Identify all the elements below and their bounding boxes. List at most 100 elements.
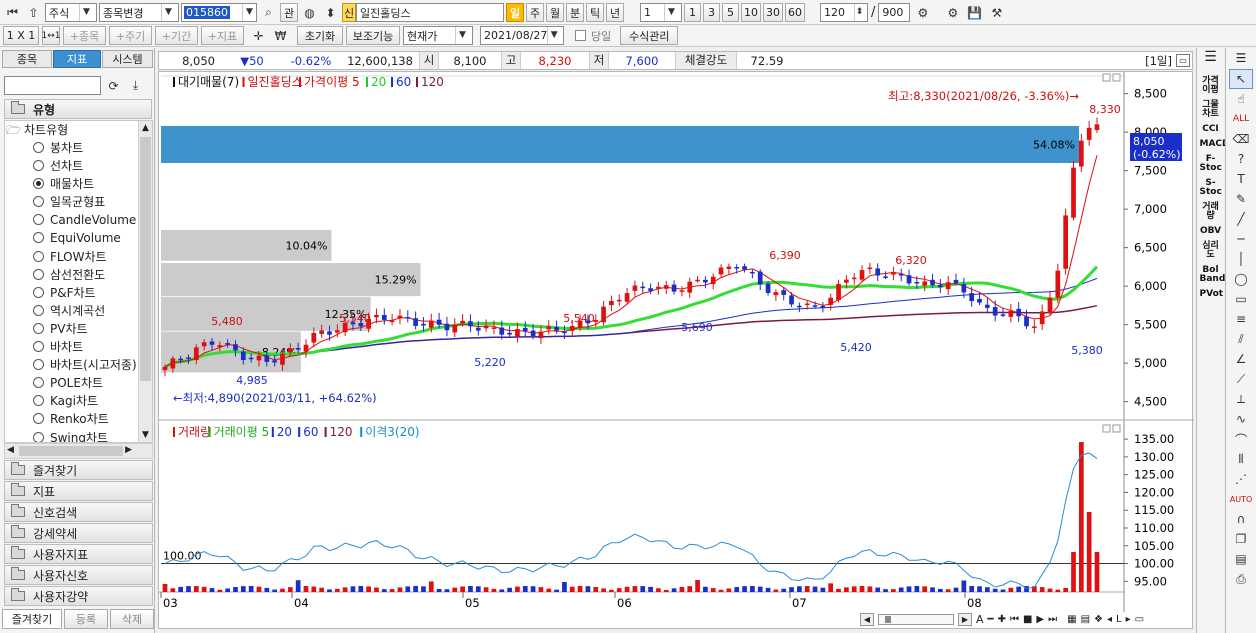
cycle-icon[interactable]: ⦀ xyxy=(1229,449,1253,469)
rectangle-icon[interactable]: ▭ xyxy=(1229,289,1253,309)
indicator-tool-item[interactable]: OBV xyxy=(1200,227,1222,236)
first-icon[interactable]: ⏮ xyxy=(3,3,22,22)
andrews-icon[interactable]: ⟂ xyxy=(1229,389,1253,409)
copy-icon[interactable]: ❐ xyxy=(1229,529,1253,549)
drawing-menu-icon[interactable]: ☰ xyxy=(1236,48,1247,69)
period-month-button[interactable]: 월 xyxy=(546,3,564,22)
favorites-tab[interactable]: 즐겨찾기 xyxy=(2,609,62,629)
total-input[interactable]: 900 xyxy=(878,3,911,22)
eraser-icon[interactable]: ⌫ xyxy=(1229,129,1253,149)
chart-type-item[interactable]: PV차트 xyxy=(5,320,152,338)
first-page-icon[interactable]: ⏮ xyxy=(1010,614,1019,625)
scroll-left-small-icon[interactable]: ◂ xyxy=(1107,614,1112,625)
arc-icon[interactable]: ⌒ xyxy=(1229,429,1253,449)
zoom-out-icon[interactable]: ━ xyxy=(988,614,994,625)
chart-type-item[interactable]: Swing차트 xyxy=(5,429,152,442)
currency-icon[interactable]: ₩ xyxy=(271,26,290,45)
unit-30-button[interactable]: 30 xyxy=(763,3,783,22)
scroll-down-icon[interactable]: ▼ xyxy=(139,428,152,442)
chart-type-item[interactable]: FLOW차트 xyxy=(5,248,152,266)
fan-icon[interactable]: ⟋ xyxy=(1229,369,1253,389)
mouse-icon[interactable]: ◍ xyxy=(300,3,319,22)
play-icon[interactable]: ▶ xyxy=(1036,614,1044,625)
maximize-icon[interactable]: ▭ xyxy=(1176,54,1190,67)
period-week-button[interactable]: 주 xyxy=(526,3,544,22)
indicator-tool-item[interactable]: 그물차트 xyxy=(1200,101,1222,119)
indicator-search-input[interactable] xyxy=(4,76,101,95)
chart-type-item[interactable]: 바차트(시고저종) xyxy=(5,356,152,374)
indicator-tool-item[interactable]: 거래량 xyxy=(1200,203,1222,221)
hscroll-thumb[interactable] xyxy=(19,446,123,456)
category-item[interactable]: 즐겨찾기 xyxy=(4,460,153,480)
chart-type-item[interactable]: 선차트 xyxy=(5,157,152,175)
chart-canvas[interactable]: 8,5008,0007,5007,0006,5006,0005,5005,000… xyxy=(159,72,1194,630)
category-item[interactable]: 사용자강약 xyxy=(4,586,153,606)
today-checkbox[interactable]: 당일 xyxy=(575,28,611,44)
right-small-icon[interactable]: ▸ xyxy=(1126,614,1131,625)
indicator-tool-item[interactable]: PVot xyxy=(1200,290,1224,299)
code-change-select[interactable]: 종목변경 ▼ xyxy=(99,3,179,22)
save-icon[interactable]: 💾 xyxy=(965,3,984,22)
all-erase-icon[interactable]: ALL xyxy=(1229,109,1253,129)
indicator-tool-item[interactable]: S-Stoc xyxy=(1200,179,1222,197)
delete-button[interactable]: 삭제 xyxy=(110,609,154,629)
tab-system[interactable]: 시스템 xyxy=(102,50,153,68)
spin-updown-icon[interactable]: ⬍ xyxy=(321,3,340,22)
refresh-icon[interactable]: ⟳ xyxy=(104,76,123,95)
excel-icon[interactable]: ▦ xyxy=(1067,614,1076,625)
add-stock-button[interactable]: +종목 xyxy=(63,26,106,45)
chart-type-item[interactable]: 바차트 xyxy=(5,338,152,356)
unit-3-button[interactable]: 3 xyxy=(703,3,720,22)
panel-close-icon[interactable] xyxy=(1112,73,1121,82)
chart-type-item[interactable]: 삼선전환도 xyxy=(5,266,152,284)
chart-type-item[interactable]: P&F차트 xyxy=(5,284,152,302)
reset-button[interactable]: 초기화 xyxy=(297,26,343,45)
pencil-icon[interactable]: ✎ xyxy=(1229,189,1253,209)
cursor-icon[interactable]: ↖ xyxy=(1229,69,1253,89)
stock-code-input[interactable]: 015860 ▼ xyxy=(181,3,257,22)
tools-icon[interactable]: ⚒ xyxy=(987,3,1006,22)
panel-minimize-icon[interactable] xyxy=(1102,424,1111,433)
trend-line-icon[interactable]: ╱ xyxy=(1229,209,1253,229)
aux-function-button[interactable]: 보조기능 xyxy=(346,26,400,45)
layout-sync-button[interactable]: 1↔1 xyxy=(42,26,61,45)
tab-stocks[interactable]: 종목 xyxy=(2,50,52,68)
grid-settings-icon[interactable]: ⚙ xyxy=(913,3,932,22)
group-type-header[interactable]: 유형 xyxy=(4,99,152,119)
tree-hscrollbar[interactable]: ◀ ▶ xyxy=(4,443,153,459)
add-indicator-button[interactable]: +지표 xyxy=(201,26,244,45)
circle-icon[interactable]: ◯ xyxy=(1229,269,1253,289)
chart-type-item[interactable]: 매물차트 xyxy=(5,175,152,193)
market-select[interactable]: 주식 ▼ xyxy=(45,3,97,22)
chart-type-item[interactable]: 봉차트 xyxy=(5,139,152,157)
auto-icon[interactable]: AUTO xyxy=(1229,489,1253,509)
stop-icon[interactable]: ■ xyxy=(1023,614,1032,625)
speed-line-icon[interactable]: ⋰ xyxy=(1229,469,1253,489)
hand-icon[interactable]: ☝ xyxy=(1229,89,1253,109)
zoom-in-icon[interactable]: ✚ xyxy=(998,614,1006,625)
unit-10-button[interactable]: 10 xyxy=(741,3,761,22)
layers-icon[interactable]: ▤ xyxy=(1229,549,1253,569)
indicator-tool-item[interactable]: 가격이평 xyxy=(1200,77,1222,95)
period-minute-button[interactable]: 분 xyxy=(566,3,584,22)
magnet-icon[interactable]: ∩ xyxy=(1229,509,1253,529)
chart-scrollbar[interactable] xyxy=(878,614,954,625)
chart-type-item[interactable]: 일목균형표 xyxy=(5,193,152,211)
gann-icon[interactable]: ∠ xyxy=(1229,349,1253,369)
wave-icon[interactable]: ∿ xyxy=(1229,409,1253,429)
search-icon[interactable]: ⌕ xyxy=(259,3,278,22)
lock-icon[interactable]: L xyxy=(1116,614,1122,625)
layout-button[interactable]: 1 X 1 xyxy=(3,26,39,45)
unit-5-button[interactable]: 5 xyxy=(722,3,739,22)
chart-type-item[interactable]: CandleVolume xyxy=(5,211,152,229)
help-icon[interactable]: ? xyxy=(1229,149,1253,169)
fibonacci-icon[interactable]: ≡ xyxy=(1229,309,1253,329)
period-year-button[interactable]: 년 xyxy=(606,3,624,22)
tree-scrollbar[interactable]: ▲ ▼ xyxy=(138,121,152,442)
category-item[interactable]: 사용자신호 xyxy=(4,565,153,585)
last-page-icon[interactable]: ⏭ xyxy=(1048,614,1057,625)
chart-scroll-thumb[interactable] xyxy=(885,616,891,623)
tree-icon[interactable]: ❖ xyxy=(1094,614,1103,625)
up-arrow-icon[interactable]: ⇧ xyxy=(24,3,43,22)
formula-manage-button[interactable]: 수식관리 xyxy=(620,26,679,45)
